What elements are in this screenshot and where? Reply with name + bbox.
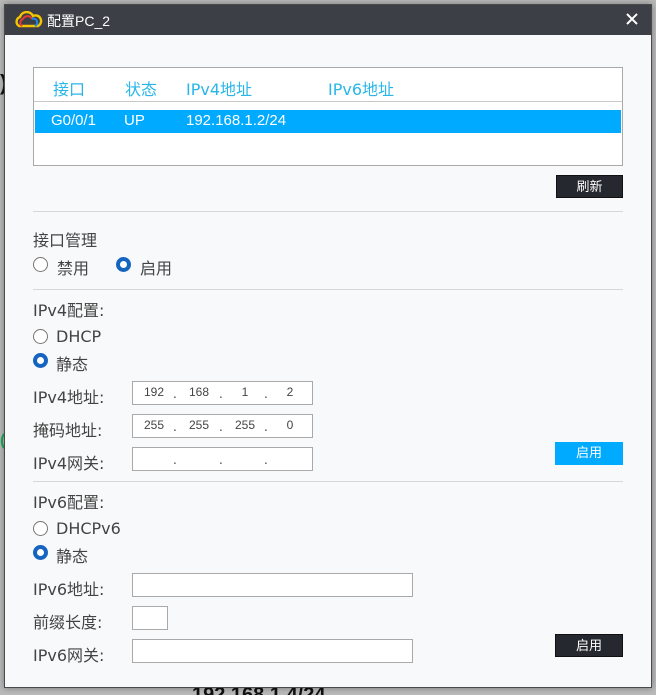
cell-interface: G0/0/1 (51, 112, 97, 129)
column-header-ipv4: IPv4地址 (186, 80, 253, 99)
octet: 0 (286, 418, 294, 432)
column-header-ipv6: IPv6地址 (328, 80, 395, 99)
ipv4-gateway-input[interactable]: . . . (132, 447, 313, 471)
mask-input[interactable]: 255 . 255 . 255 . 0 (132, 414, 313, 438)
divider (33, 289, 623, 290)
window-title: 配置PC_2 (47, 13, 111, 29)
ipv6-gateway-input[interactable] (132, 639, 413, 663)
octet: 192 (143, 385, 165, 399)
ipv4-address-input[interactable]: 192 . 168 . 1 . 2 (132, 381, 313, 405)
octet: 255 (234, 418, 256, 432)
table-header-divider (34, 101, 622, 102)
cell-status: UP (124, 112, 145, 129)
column-header-interface: 接口 (53, 80, 86, 99)
ipv6-gateway-label: IPv6网关: (33, 646, 105, 665)
enable-radio[interactable] (116, 257, 131, 272)
ipv4-apply-button[interactable]: 启用 (555, 442, 623, 465)
ipv6-address-input[interactable] (132, 573, 413, 597)
ipv4-address-label: IPv4地址: (33, 388, 105, 407)
ipv4-static-radio[interactable] (33, 353, 48, 368)
cell-ipv4: 192.168.1.2/24 (186, 112, 287, 129)
ipv6-static-radio[interactable] (33, 545, 48, 560)
interface-table: 接口 状态 IPv4地址 IPv6地址 G0/0/1 UP 192.168.1.… (33, 67, 623, 166)
ipv4-dhcp-radio[interactable] (33, 329, 48, 344)
column-header-status: 状态 (125, 80, 158, 99)
octet: 2 (286, 385, 294, 399)
octet-dot: . (264, 387, 268, 401)
octet-dot: . (264, 420, 268, 434)
octet-dot: . (173, 420, 177, 434)
ipv6-config-title: IPv6配置: (33, 493, 105, 512)
divider (33, 481, 623, 482)
ipv4-config-title: IPv4配置: (33, 301, 105, 320)
octet: 168 (188, 385, 210, 399)
cloud-logo-icon (15, 11, 43, 28)
octet: 1 (241, 385, 249, 399)
ipv4-gateway-label: IPv4网关: (33, 454, 105, 473)
ipv6-address-label: IPv6地址: (33, 580, 105, 599)
disable-radio[interactable] (33, 257, 48, 272)
mask-label: 掩码地址: (33, 421, 103, 440)
titlebar[interactable]: 配置PC_2 (5, 5, 651, 35)
enable-label: 启用 (140, 259, 173, 278)
iface-mgmt-title: 接口管理 (33, 231, 98, 250)
divider (33, 211, 623, 212)
octet-dot: . (264, 453, 268, 467)
ipv6-static-label: 静态 (56, 547, 89, 566)
ipv6-dhcp-label: DHCPv6 (56, 519, 121, 538)
octet: 255 (188, 418, 210, 432)
config-dialog: 配置PC_2 接口 状态 IPv4地址 IPv6地址 G0/0/1 UP 192… (4, 4, 652, 688)
prefix-length-label: 前缀长度: (33, 613, 103, 632)
octet-dot: . (219, 453, 223, 467)
octet-dot: . (173, 387, 177, 401)
ipv4-dhcp-label: DHCP (56, 327, 102, 346)
octet-dot: . (219, 420, 223, 434)
octet: 255 (143, 418, 165, 432)
ipv6-apply-button[interactable]: 启用 (555, 634, 623, 657)
ipv4-static-label: 静态 (56, 355, 89, 374)
prefix-length-input[interactable] (132, 606, 168, 630)
octet-dot: . (219, 387, 223, 401)
disable-label: 禁用 (57, 259, 90, 278)
ipv6-dhcp-radio[interactable] (33, 521, 48, 536)
table-row[interactable]: G0/0/1 UP 192.168.1.2/24 (35, 110, 621, 133)
close-icon[interactable] (623, 10, 641, 28)
octet-dot: . (173, 453, 177, 467)
refresh-button[interactable]: 刷新 (556, 175, 623, 198)
